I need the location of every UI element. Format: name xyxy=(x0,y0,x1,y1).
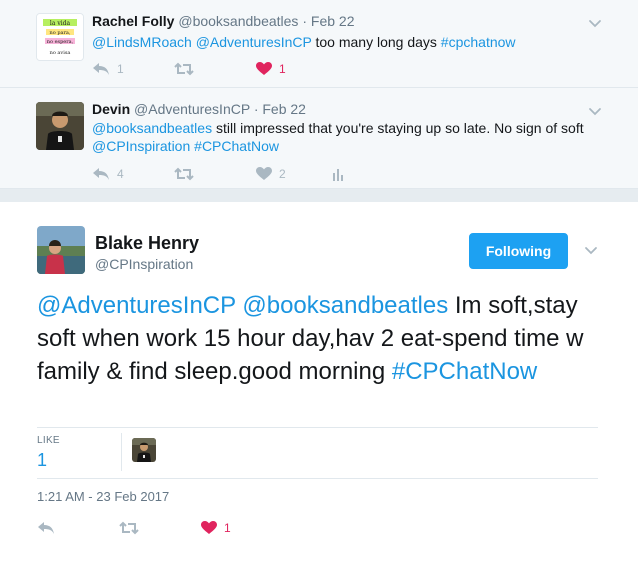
divider xyxy=(37,478,598,479)
like-count: 1 xyxy=(279,62,286,76)
liker-avatar[interactable] xyxy=(132,438,156,462)
analytics-icon xyxy=(333,169,343,181)
heart-icon xyxy=(201,521,217,534)
avatar-image: la vida no para, no espera, no avisa xyxy=(37,14,83,60)
mention-link[interactable]: @LindsMRoach xyxy=(92,34,192,50)
tweet-body: too many long days xyxy=(315,34,437,50)
retweet-icon xyxy=(119,521,139,535)
reply-icon xyxy=(93,168,109,180)
divider xyxy=(37,427,598,428)
retweet-button[interactable] xyxy=(174,62,194,76)
avatar-image xyxy=(37,226,85,274)
reply-button[interactable] xyxy=(37,521,55,535)
reply-button[interactable]: 4 xyxy=(92,167,124,181)
username[interactable]: @CPInspiration xyxy=(95,256,193,272)
like-count: 2 xyxy=(279,167,286,181)
chevron-down-icon[interactable] xyxy=(584,243,598,257)
avatar[interactable] xyxy=(37,226,85,274)
display-name[interactable]: Devin xyxy=(92,101,130,117)
avatar-text-3: no espera, xyxy=(47,39,74,45)
reply-tweet-1[interactable]: la vida no para, no espera, no avisa Rac… xyxy=(0,0,638,88)
mention-link[interactable]: @booksandbeatles xyxy=(242,292,448,319)
avatar-image xyxy=(132,438,156,462)
like-button[interactable]: 1 xyxy=(256,62,286,76)
display-name[interactable]: Blake Henry xyxy=(95,233,199,254)
analytics-button[interactable] xyxy=(332,167,346,181)
divider xyxy=(121,433,122,471)
chevron-down-icon[interactable] xyxy=(588,104,602,118)
reply-count: 4 xyxy=(117,167,124,181)
avatar[interactable] xyxy=(36,102,84,150)
tweet-text: @booksandbeatles still impressed that yo… xyxy=(92,119,612,155)
hashtag-link[interactable]: #CPChatNow xyxy=(194,138,279,154)
avatar-text-1: la vida xyxy=(50,20,71,27)
likes-label: LIKE xyxy=(37,435,60,446)
mention-link[interactable]: @AdventuresInCP xyxy=(37,292,236,319)
mention-link[interactable]: @CPInspiration xyxy=(92,138,190,154)
retweet-button[interactable] xyxy=(174,167,194,181)
tweet-actions: 1 xyxy=(37,521,437,539)
mention-link[interactable]: @AdventuresInCP xyxy=(196,34,312,50)
tweet-timestamp[interactable]: 1:21 AM - 23 Feb 2017 xyxy=(37,489,169,504)
likes-count[interactable]: 1 xyxy=(37,450,47,471)
avatar-text-4: no avisa xyxy=(50,50,71,56)
separator: · xyxy=(302,13,307,29)
tweet-body: still impressed that you're staying up s… xyxy=(215,120,584,136)
reply-icon xyxy=(93,63,109,75)
like-count: 1 xyxy=(224,521,231,535)
tweet-time[interactable]: Feb 22 xyxy=(262,101,306,117)
tweet-header: Devin @AdventuresInCP · Feb 22 xyxy=(92,101,306,117)
like-button[interactable]: 1 xyxy=(201,521,231,535)
retweet-button[interactable] xyxy=(119,521,139,535)
hashtag-link[interactable]: #CPChatNow xyxy=(392,358,537,385)
username[interactable]: @AdventuresInCP xyxy=(134,101,250,117)
following-button[interactable]: Following xyxy=(469,233,568,269)
separator: · xyxy=(253,101,259,117)
tweet-text: @LindsMRoach @AdventuresInCP too many lo… xyxy=(92,33,612,51)
thread-separator xyxy=(0,189,638,202)
heart-icon xyxy=(256,62,272,75)
avatar-image xyxy=(36,102,84,150)
reply-count: 1 xyxy=(117,62,124,76)
retweet-icon xyxy=(174,167,194,181)
reply-icon xyxy=(38,522,54,534)
username[interactable]: @booksandbeatles xyxy=(178,13,298,29)
hashtag-link[interactable]: #cpchatnow xyxy=(441,34,516,50)
reply-tweet-2[interactable]: Devin @AdventuresInCP · Feb 22 @booksand… xyxy=(0,88,638,189)
avatar[interactable]: la vida no para, no espera, no avisa xyxy=(36,13,84,61)
retweet-icon xyxy=(174,62,194,76)
like-button[interactable]: 2 xyxy=(256,167,286,181)
tweet-time[interactable]: Feb 22 xyxy=(311,13,355,29)
chevron-down-icon[interactable] xyxy=(588,16,602,30)
display-name[interactable]: Rachel Folly xyxy=(92,13,174,29)
tweet-text: @AdventuresInCP @booksandbeatles Im soft… xyxy=(37,289,607,388)
reply-button[interactable]: 1 xyxy=(92,62,124,76)
heart-icon xyxy=(256,167,272,180)
avatar-text-2: no para, xyxy=(50,30,71,36)
mention-link[interactable]: @booksandbeatles xyxy=(92,120,212,136)
tweet-header: Rachel Folly @booksandbeatles · Feb 22 xyxy=(92,13,354,29)
